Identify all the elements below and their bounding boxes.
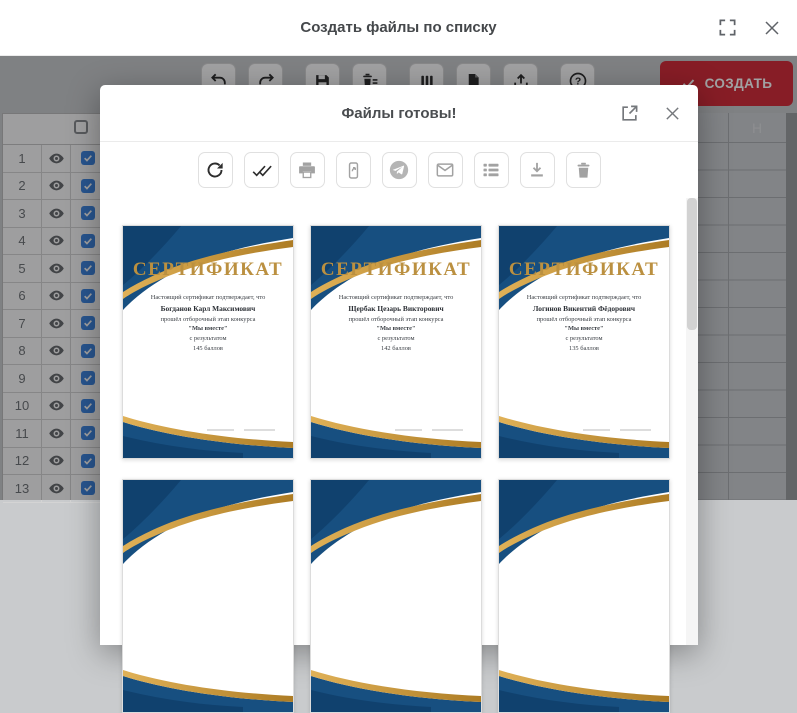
signature-line (583, 429, 610, 431)
certificate-line1: Настоящий сертификат подтверждает, что (338, 294, 454, 301)
list-icon (483, 163, 499, 177)
certificate-line1: Настоящий сертификат подтверждает, что (150, 294, 266, 301)
certificate-text: СЕРТИФИКАТ Настоящий сертификат подтверж… (316, 259, 476, 355)
open-in-new-icon (622, 105, 638, 121)
send-to-phone-button[interactable] (335, 152, 371, 188)
modal-header: Файлы готовы! (100, 85, 698, 142)
certificate-heading: СЕРТИФИКАТ (320, 259, 472, 280)
open-in-new-button[interactable] (620, 104, 639, 123)
certificate-name: Богданов Карл Максимович (160, 303, 256, 313)
signature-line (620, 429, 651, 431)
certificate-decoration (499, 480, 669, 712)
close-icon (666, 106, 679, 120)
fullscreen-icon (719, 19, 736, 36)
header-actions (718, 0, 781, 55)
telegram-button[interactable] (381, 152, 417, 188)
telegram-icon (389, 160, 409, 180)
certificate-text: СЕРТИФИКАТ Настоящий сертификат подтверж… (128, 259, 288, 355)
certificate-text: СЕРТИФИКАТ Настоящий сертификат подтверж… (504, 259, 664, 355)
certificates-row-2 (122, 479, 698, 713)
certificates-area: СЕРТИФИКАТ Настоящий сертификат подтверж… (100, 198, 698, 713)
download-button[interactable] (519, 152, 555, 188)
certificate-line3: "Мы вместе" (188, 325, 228, 333)
certificate-line2: прошёл отборочный этап конкурса (160, 315, 256, 323)
certificate-line4: с результатом (565, 335, 603, 343)
certificate-heading: СЕРТИФИКАТ (132, 259, 284, 280)
certificate-line2: прошёл отборочный этап конкурса (348, 315, 444, 323)
certificate-preview[interactable] (122, 479, 294, 713)
certificate-line4: с результатом (189, 335, 227, 343)
certificate-score: 135 баллов (569, 344, 599, 352)
modal-scrollbar[interactable] (686, 198, 698, 645)
modal-toolbar (100, 142, 698, 198)
signature-line (207, 429, 234, 431)
modal-title: Файлы готовы! (341, 104, 457, 122)
refresh-icon (207, 162, 223, 178)
certificates-row-1: СЕРТИФИКАТ Настоящий сертификат подтверж… (122, 225, 698, 459)
certificate-line1: Настоящий сертификат подтверждает, что (526, 294, 642, 301)
files-ready-modal: Файлы готовы! СЕРТИФИКАТ Настоящий серти… (100, 85, 698, 713)
certificate-preview[interactable]: СЕРТИФИКАТ Настоящий сертификат подтверж… (498, 225, 670, 459)
certificate-line3: "Мы вместе" (376, 325, 416, 333)
signature-line (244, 429, 275, 431)
certificate-line3: "Мы вместе" (564, 325, 604, 333)
certificate-heading: СЕРТИФИКАТ (508, 259, 660, 280)
app-close-button[interactable] (763, 19, 781, 37)
certificate-name: Логинов Викентий Фёдорович (532, 303, 636, 313)
modal-actions (620, 85, 681, 141)
download-icon (531, 162, 543, 177)
delete-button[interactable] (565, 152, 601, 188)
certificate-line2: прошёл отборочный этап конкурса (536, 315, 632, 323)
print-icon (299, 162, 315, 179)
certificate-preview[interactable] (310, 479, 482, 713)
double-check-icon (252, 165, 272, 177)
trash-icon (577, 162, 589, 178)
refresh-button[interactable] (197, 152, 233, 188)
app-title: Создать файлы по списку (300, 19, 497, 36)
certificate-preview[interactable]: СЕРТИФИКАТ Настоящий сертификат подтверж… (310, 225, 482, 459)
certificate-line4: с результатом (377, 335, 415, 343)
certificate-score: 145 баллов (193, 344, 223, 352)
certificate-preview[interactable]: СЕРТИФИКАТ Настоящий сертификат подтверж… (122, 225, 294, 459)
fullscreen-button[interactable] (718, 18, 737, 37)
certificate-preview[interactable] (498, 479, 670, 713)
signature-line (432, 429, 463, 431)
certificate-decoration (311, 480, 481, 712)
mark-all-button[interactable] (243, 152, 279, 188)
email-button[interactable] (427, 152, 463, 188)
list-button[interactable] (473, 152, 509, 188)
certificate-name: Щербак Цезарь Викторович (348, 303, 444, 313)
certificate-decoration (123, 480, 293, 712)
email-icon (436, 163, 454, 177)
print-button[interactable] (289, 152, 325, 188)
close-icon (765, 20, 779, 35)
modal-scrollbar-thumb[interactable] (687, 198, 697, 330)
signature-line (395, 429, 422, 431)
phone-share-icon (348, 161, 358, 179)
modal-close-button[interactable] (664, 105, 681, 122)
certificate-score: 142 баллов (381, 344, 411, 352)
app-header: Создать файлы по списку (0, 0, 797, 56)
